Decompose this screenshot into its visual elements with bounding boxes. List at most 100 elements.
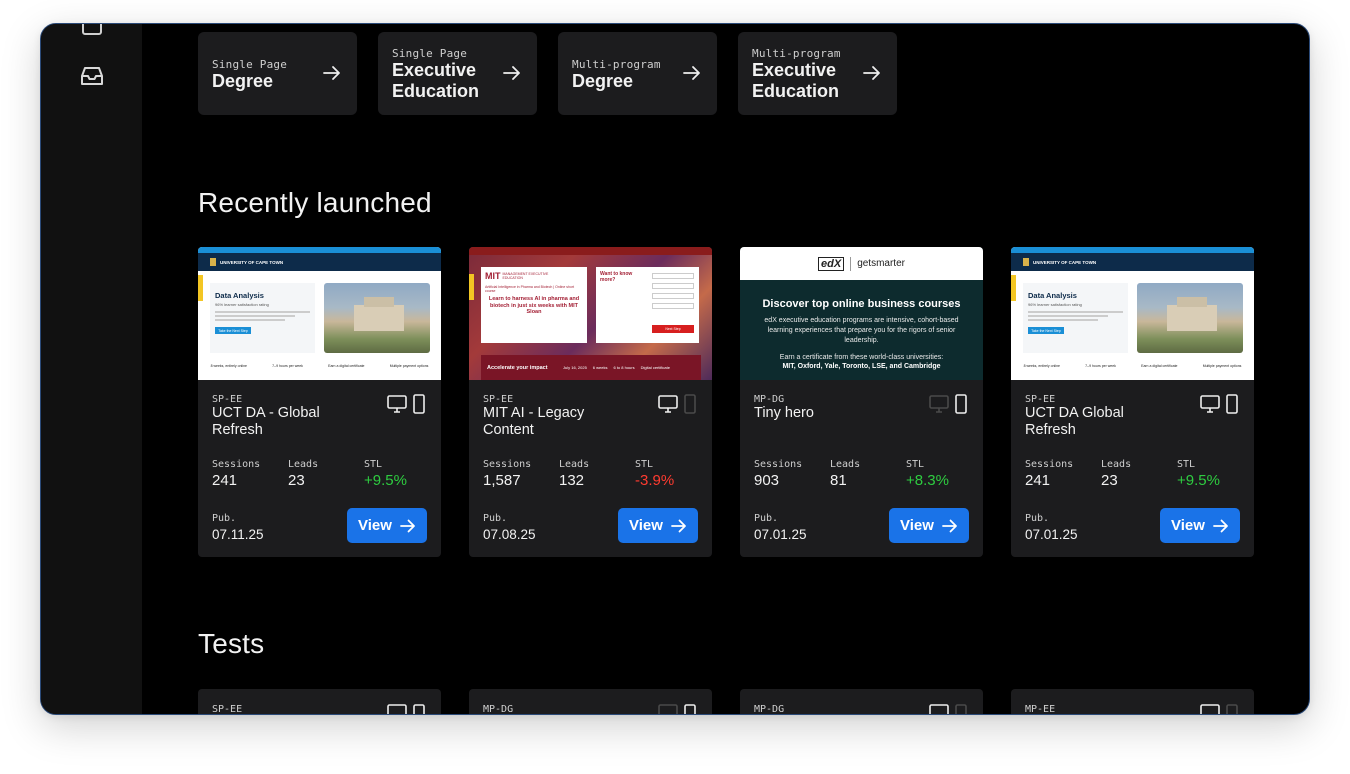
- card-code: MP-DG: [754, 704, 785, 715]
- thumb-university: UNIVERSITY OF CAPE TOWN: [1033, 259, 1097, 265]
- program-type-single-page-exec-ed[interactable]: Single Page Executive Education: [378, 32, 537, 115]
- thumb-weeks: 6 weeks: [592, 365, 608, 370]
- metric-label: Sessions: [212, 459, 261, 470]
- metric-sessions: Sessions 1,587: [483, 459, 531, 489]
- thumb-brand-sub: MANAGEMENT EXECUTIVE EDUCATION: [502, 272, 549, 280]
- card-code: SP-EE: [1025, 394, 1056, 405]
- metric-value: +9.5%: [364, 472, 407, 489]
- thumb-unis: MIT, Oxford, Yale, Toronto, LSE, and Cam…: [782, 363, 941, 370]
- metric-stl: STL +9.5%: [1177, 459, 1220, 489]
- program-type-kicker: Single Page: [212, 58, 288, 71]
- page-thumbnail[interactable]: UNIVERSITY OF CAPE TOWN Data Analysis 96…: [1011, 247, 1254, 380]
- launch-card: MIT MANAGEMENT EXECUTIVE EDUCATION Artif…: [469, 247, 712, 557]
- view-button[interactable]: View: [618, 508, 698, 543]
- card-name: UCT DA - Global Refresh: [212, 405, 320, 438]
- card-code: MP-EE: [1025, 704, 1056, 715]
- thumb-feature: 7–9 hours per week: [272, 364, 303, 368]
- arrow-right-icon: [863, 66, 880, 80]
- mobile-icon: [1226, 704, 1238, 714]
- test-card[interactable]: SP-EE: [198, 689, 441, 715]
- thumb-title: Data Analysis: [1028, 291, 1077, 300]
- metric-stl: STL -3.9%: [635, 459, 674, 489]
- view-label: View: [629, 517, 663, 534]
- desktop-icon: [929, 395, 949, 413]
- program-type-single-page-degree[interactable]: Single Page Degree: [198, 32, 357, 115]
- desktop-icon: [387, 704, 407, 714]
- metric-label: Leads: [559, 459, 590, 470]
- thumb-cert: Digital certificate: [640, 365, 670, 370]
- page-thumbnail[interactable]: UNIVERSITY OF CAPE TOWN Data Analysis 96…: [198, 247, 441, 380]
- metric-stl: STL +9.5%: [364, 459, 407, 489]
- published-date: Pub. 07.08.25: [483, 513, 536, 542]
- thumb-feature: 7–9 hours per week: [1085, 364, 1116, 368]
- metric-label: Leads: [288, 459, 319, 470]
- card-name: UCT DA Global Refresh: [1025, 405, 1124, 438]
- test-card[interactable]: MP-DG: [469, 689, 712, 714]
- program-type-multi-program-degree[interactable]: Multi-program Degree: [558, 32, 717, 115]
- view-button[interactable]: View: [889, 508, 969, 543]
- program-type-kicker: Multi-program: [752, 47, 841, 60]
- program-type-multi-program-exec-ed[interactable]: Multi-program Executive Education: [738, 32, 897, 115]
- program-type-title: Executive Education: [392, 60, 480, 101]
- thumb-feature: 8 weeks, entirely online: [210, 364, 247, 368]
- thumb-cta: Take the Next Step: [1028, 327, 1064, 334]
- metric-value: 241: [212, 472, 238, 489]
- mobile-icon: [684, 704, 696, 714]
- mobile-icon: [1226, 394, 1238, 414]
- mobile-icon: [413, 704, 425, 714]
- thumb-rating: 96% learner satisfaction rating: [215, 302, 269, 307]
- thumb-feature: Multiple payment options: [1202, 364, 1242, 368]
- arrow-right-icon: [323, 66, 340, 80]
- test-card[interactable]: MP-DG: [740, 689, 983, 715]
- metric-label: Leads: [830, 459, 861, 470]
- thumb-headline: Discover top online business courses: [762, 298, 961, 310]
- metric-value: 132: [559, 472, 585, 489]
- thumb-form-button: Next Step: [652, 325, 694, 333]
- thumb-feature: 8 weeks, entirely online: [1023, 364, 1060, 368]
- thumb-logo-getsmarter: getsmarter: [857, 258, 905, 269]
- card-name: Tiny hero: [754, 405, 814, 421]
- launch-card: UNIVERSITY OF CAPE TOWN Data Analysis 96…: [198, 247, 441, 557]
- page-thumbnail[interactable]: MIT MANAGEMENT EXECUTIVE EDUCATION Artif…: [469, 247, 712, 380]
- thumb-form-title: Want to know more?: [600, 271, 633, 283]
- metric-label: STL: [635, 459, 654, 470]
- metric-leads: Leads 81: [830, 459, 860, 489]
- sidebar: [41, 24, 142, 714]
- published-date: Pub. 07.01.25: [1025, 513, 1078, 542]
- metric-leads: Leads 23: [1101, 459, 1131, 489]
- nav-top-icon: [82, 24, 102, 35]
- metric-label: Leads: [1101, 459, 1132, 470]
- metric-label: STL: [1177, 459, 1196, 470]
- program-type-title: Degree: [212, 71, 274, 91]
- desktop-icon: [929, 704, 949, 714]
- view-button[interactable]: View: [1160, 508, 1240, 543]
- desktop-icon: [1200, 395, 1220, 413]
- test-card[interactable]: MP-EE: [1011, 689, 1254, 715]
- pub-value: 07.08.25: [483, 527, 536, 542]
- metric-value: +9.5%: [1177, 472, 1220, 489]
- metric-sessions: Sessions 241: [1025, 459, 1073, 489]
- thumb-logo-edx: edX: [818, 256, 845, 271]
- mobile-icon: [684, 394, 696, 414]
- thumb-date: July 16, 2025: [563, 365, 587, 370]
- device-icons: [929, 704, 967, 714]
- thumb-cta: Take the Next Step: [215, 327, 251, 334]
- arrow-right-icon: [400, 519, 415, 532]
- launch-card: edX getsmarter Discover top online busin…: [740, 247, 983, 557]
- main-content: Single Page Degree Single Page Executive…: [142, 24, 1309, 714]
- thumb-university: UNIVERSITY OF CAPE TOWN: [220, 259, 284, 265]
- card-code: SP-EE: [212, 704, 243, 715]
- pub-label: Pub.: [754, 513, 779, 524]
- section-title-recently-launched: Recently launched: [198, 187, 432, 218]
- nav-item-inbox[interactable]: [78, 64, 106, 88]
- thumb-title: Data Analysis: [215, 291, 264, 300]
- launch-card: UNIVERSITY OF CAPE TOWN Data Analysis 96…: [1011, 247, 1254, 557]
- view-label: View: [358, 517, 392, 534]
- page-thumbnail[interactable]: edX getsmarter Discover top online busin…: [740, 247, 983, 380]
- pub-value: 07.11.25: [212, 527, 264, 542]
- view-button[interactable]: View: [347, 508, 427, 543]
- app-window: Single Page Degree Single Page Executive…: [40, 23, 1310, 715]
- device-icons: [658, 704, 696, 714]
- desktop-icon: [1200, 704, 1220, 714]
- nav-item-top[interactable]: [78, 24, 106, 38]
